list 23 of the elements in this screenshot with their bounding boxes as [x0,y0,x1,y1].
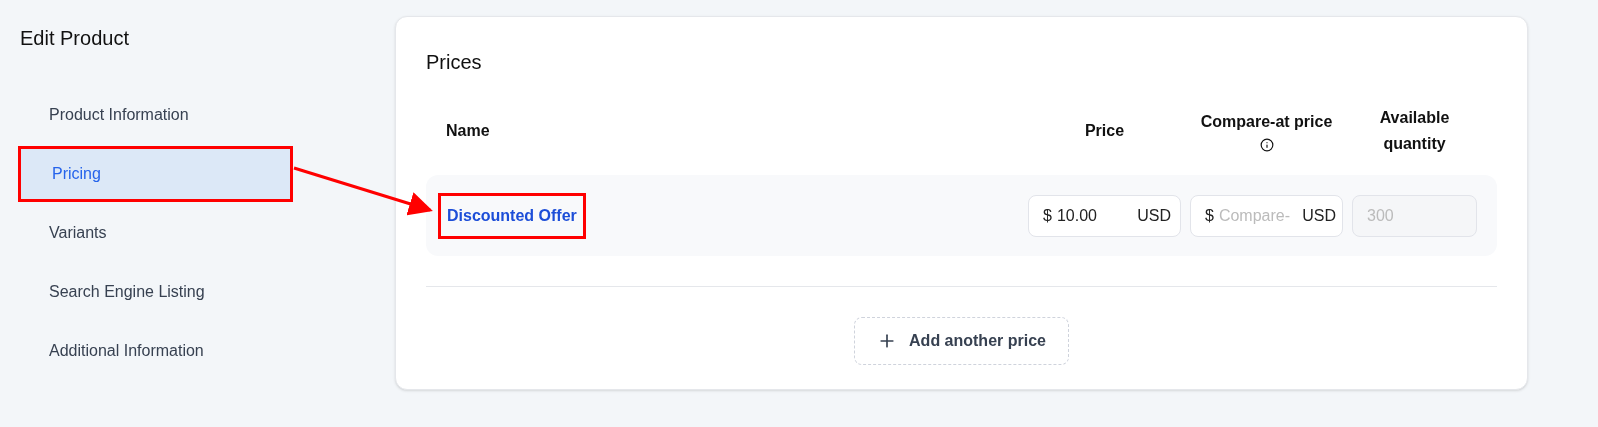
sidebar-item[interactable]: Variants [18,205,293,261]
section-title: Prices [426,50,483,75]
sidebar-item[interactable]: Additional Information [18,323,293,379]
currency-code: USD [1302,205,1336,226]
info-icon[interactable] [1259,138,1274,152]
currency-code: USD [1137,205,1171,226]
price-field[interactable]: $ 10.00 USD [1028,194,1181,237]
price-name-link[interactable]: Discounted Offer [438,192,586,239]
placeholder-text: 300 [1367,205,1394,226]
column-header: Name [446,121,490,141]
sidebar-item[interactable]: Pricing [18,146,293,202]
currency-symbol: $ [1205,205,1214,226]
compare-at-field[interactable]: $ Compare- USD [1190,194,1343,237]
sidebar-item[interactable]: Search Engine Listing [18,264,293,320]
currency-symbol: $ [1043,205,1052,226]
page-title: Edit Product [20,26,130,51]
column-header: Available quantity [1378,108,1451,154]
column-header: Compare-at price [1200,112,1333,132]
price-value: 10.00 [1056,205,1098,226]
add-price-button[interactable]: Add another price [854,317,1069,365]
column-header: Price [1084,121,1125,141]
sidebar-item[interactable]: Product Information [18,87,293,143]
placeholder-text: Compare- [1218,205,1292,226]
